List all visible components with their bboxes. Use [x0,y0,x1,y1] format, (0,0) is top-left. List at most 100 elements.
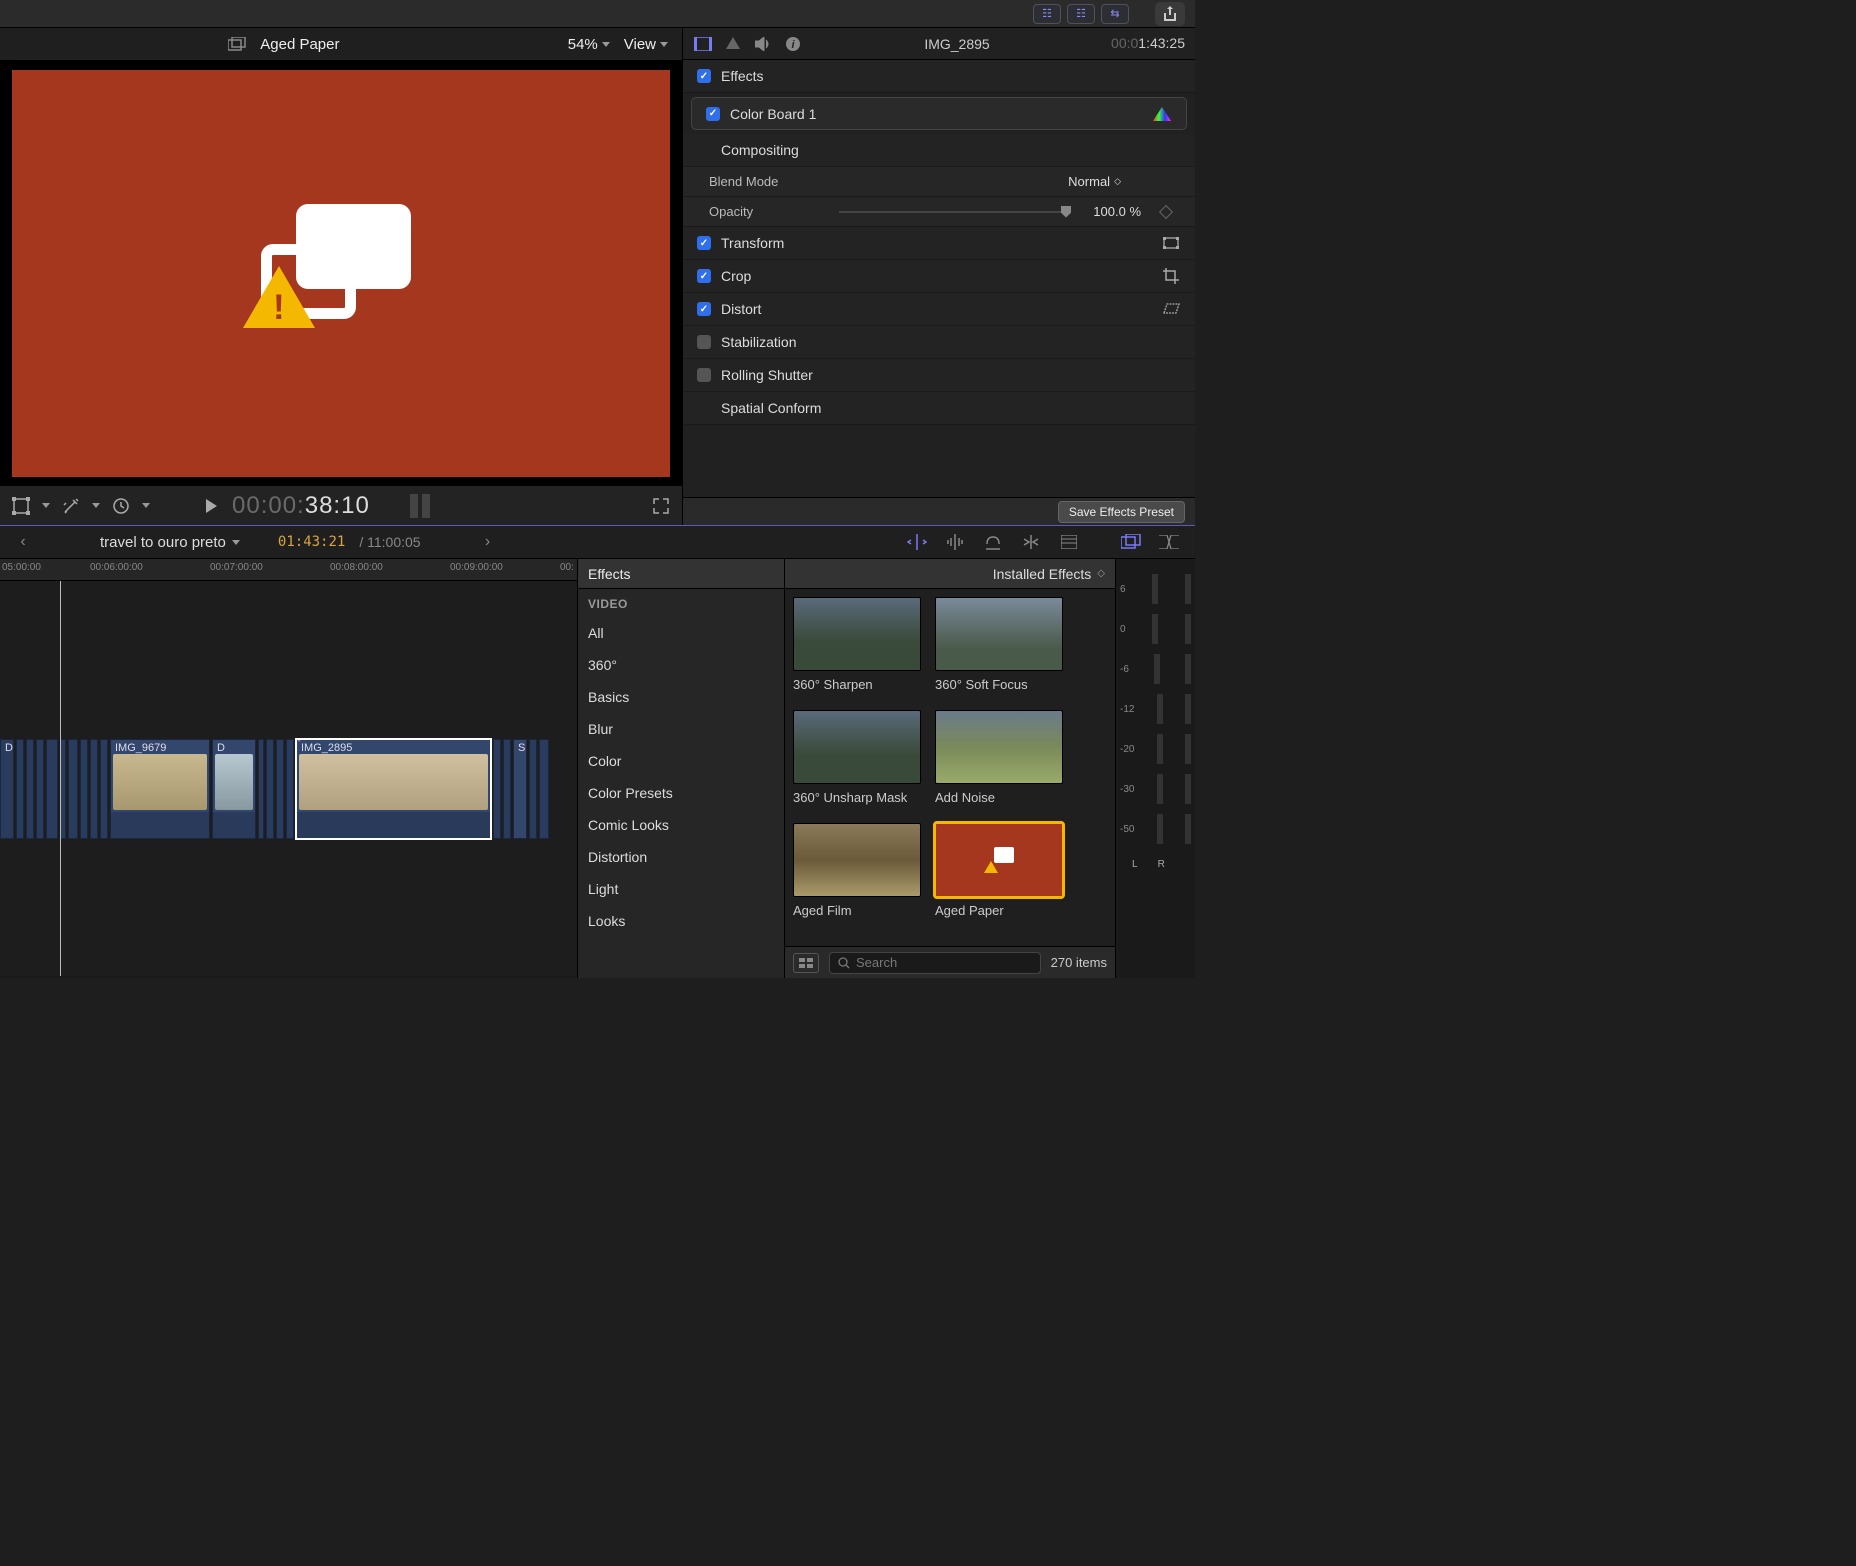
transform-section[interactable]: Transform [683,227,1195,260]
effect-thumbnail[interactable] [793,823,921,897]
effect-item[interactable]: 360° Unsharp Mask [793,710,925,805]
effect-item[interactable]: Aged Film [793,823,925,918]
video-inspector-tab[interactable] [693,35,713,53]
timeline-clip[interactable] [539,739,549,839]
playhead[interactable] [60,581,61,976]
fullscreen-button[interactable] [650,495,672,517]
installed-effects-dropdown[interactable]: Installed Effects [993,566,1092,582]
timeline-clip-selected[interactable]: IMG_2895 [296,739,491,839]
blend-mode-dropdown[interactable]: Normal ◇ [1068,174,1121,189]
effects-checkbox[interactable] [697,69,711,83]
color-board-icon[interactable] [1152,106,1172,122]
view-dropdown[interactable]: View [624,36,668,53]
timeline-clip[interactable] [36,739,44,839]
timeline-clip[interactable] [80,739,88,839]
effects-category-item[interactable]: Color Presets [578,777,784,809]
effect-thumbnail[interactable] [935,597,1063,671]
crop-checkbox[interactable] [697,269,711,283]
effect-thumbnail[interactable] [793,597,921,671]
effects-category-item[interactable]: All [578,617,784,649]
timeline-clip[interactable] [276,739,284,839]
timeline-clip[interactable] [503,739,511,839]
stabilization-checkbox[interactable] [697,335,711,349]
info-inspector-tab[interactable]: i [783,35,803,53]
distort-icon[interactable] [1161,301,1181,317]
project-name-dropdown[interactable]: travel to ouro preto [100,534,240,551]
chevron-down-icon[interactable] [92,503,100,508]
retime-tool-button[interactable] [110,495,132,517]
timeline-clip[interactable] [100,739,108,839]
timeline-clip[interactable]: D [212,739,256,839]
history-back-button[interactable]: ‹ [14,533,32,551]
timeline-clip[interactable] [26,739,34,839]
timeline-clip[interactable] [90,739,98,839]
solo-button[interactable] [981,532,1005,552]
chevron-down-icon[interactable] [142,503,150,508]
layout-button-3[interactable]: ⇆ [1101,4,1129,24]
marker-icon[interactable] [209,739,210,742]
timeline-ruler[interactable]: 05:00:00 00:06:00:00 00:07:00:00 00:08:0… [0,559,577,581]
transitions-browser-button[interactable] [1157,532,1181,552]
distort-section[interactable]: Distort [683,293,1195,326]
timeline-tracks[interactable]: D IMG_9679 D [0,581,577,976]
inspector-body[interactable]: Effects Color Board 1 Compositing Blend … [683,60,1195,497]
chevron-down-icon[interactable] [42,503,50,508]
stabilization-section[interactable]: Stabilization [683,326,1195,359]
timeline-clip[interactable] [529,739,537,839]
timeline-clip[interactable]: S [513,739,527,839]
effect-thumbnail[interactable] [935,710,1063,784]
rolling-shutter-checkbox[interactable] [697,368,711,382]
timeline-index-button[interactable] [1057,532,1081,552]
timeline-clip[interactable]: D [0,739,14,839]
rolling-shutter-section[interactable]: Rolling Shutter [683,359,1195,392]
color-board-checkbox[interactable] [706,107,720,121]
transform-icon[interactable] [1161,235,1181,251]
timeline-panel[interactable]: 05:00:00 00:06:00:00 00:07:00:00 00:08:0… [0,559,578,978]
compositing-section[interactable]: Compositing [683,134,1195,167]
transform-tool-button[interactable] [10,495,32,517]
timeline-clip[interactable] [286,739,294,839]
effect-item[interactable]: Add Noise [935,710,1067,805]
effects-category-item[interactable]: Comic Looks [578,809,784,841]
audio-skimming-button[interactable] [943,532,967,552]
timeline-clip[interactable] [46,739,58,839]
layout-button-2[interactable]: ☷ [1067,4,1095,24]
snapping-button[interactable] [1019,532,1043,552]
effects-category-item[interactable]: 360° [578,649,784,681]
effects-grid[interactable]: 360° Sharpen360° Soft Focus360° Unsharp … [785,589,1115,946]
effects-category-item[interactable]: Light [578,873,784,905]
play-button[interactable] [200,495,222,517]
effect-item[interactable]: 360° Soft Focus [935,597,1067,692]
zoom-dropdown[interactable]: 54% [568,36,610,53]
share-button[interactable] [1155,2,1185,26]
crop-section[interactable]: Crop [683,260,1195,293]
opacity-value[interactable]: 100.0 % [1091,204,1141,219]
effect-thumbnail[interactable] [935,823,1063,897]
enhance-tool-button[interactable] [60,495,82,517]
effects-section[interactable]: Effects [683,60,1195,93]
transport-timecode[interactable]: 00:00:38:10 [232,491,370,520]
timeline-clip[interactable] [16,739,24,839]
timeline-clip[interactable] [68,739,78,839]
skimming-button[interactable] [905,532,929,552]
crop-icon[interactable] [1161,268,1181,284]
history-forward-button[interactable]: › [479,533,497,551]
audio-inspector-tab[interactable] [753,35,773,53]
opacity-slider[interactable] [839,211,1071,213]
effect-item[interactable]: Aged Paper [935,823,1067,918]
effect-thumbnail[interactable] [793,710,921,784]
timeline-clip[interactable] [258,739,264,839]
viewer-canvas[interactable] [0,60,682,485]
spatial-conform-section[interactable]: Spatial Conform [683,392,1195,425]
effect-item[interactable]: 360° Sharpen [793,597,925,692]
color-inspector-tab[interactable] [723,35,743,53]
transform-checkbox[interactable] [697,236,711,250]
keyframe-button[interactable] [1159,204,1173,218]
timeline-clip[interactable] [493,739,501,839]
timeline-clip[interactable] [266,739,274,839]
layout-button-1[interactable]: ☷ [1033,4,1061,24]
color-board-row[interactable]: Color Board 1 [691,97,1187,130]
grid-view-button[interactable] [793,953,819,973]
effects-category-item[interactable]: Blur [578,713,784,745]
effects-category-item[interactable]: Distortion [578,841,784,873]
